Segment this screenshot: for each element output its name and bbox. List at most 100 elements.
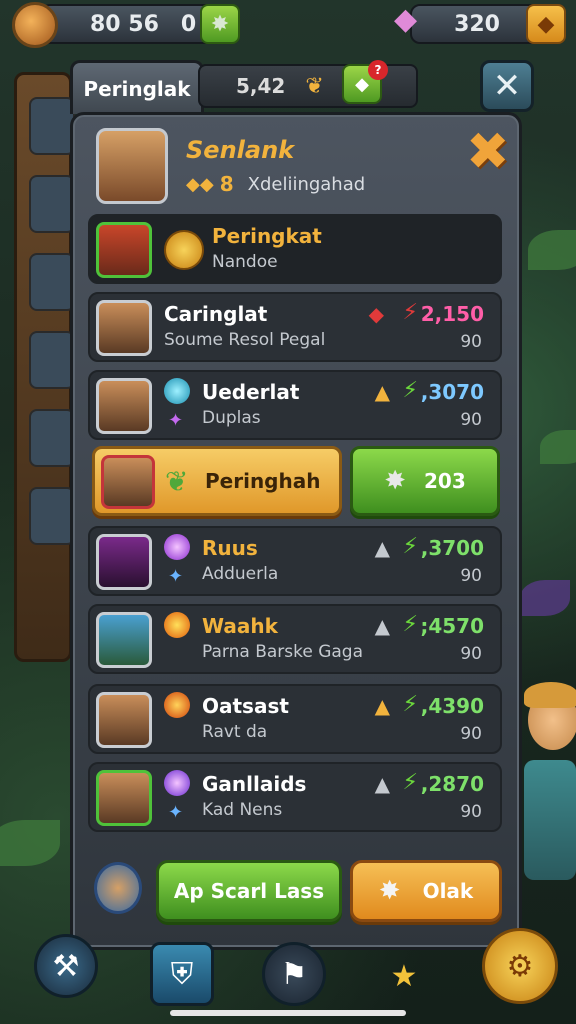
player-avatar [96,770,152,826]
player-avatar [101,455,155,509]
player-score: ;4570 [420,614,484,638]
highlight-value: 203 [424,469,466,493]
player-avatar [96,378,152,434]
home-indicator[interactable] [170,1010,406,1016]
primary-action-label: Ap Scarl Lass [173,879,325,903]
highlighted-name: Peringhah [205,469,321,493]
player-score: ,3700 [420,536,484,560]
header-subtitle: Xdeliingahad [247,173,366,195]
header-level: 8 [219,172,234,196]
lightning-icon: ⚡ [402,692,418,717]
gold-pile-icon: ▲ [374,380,390,404]
gold-value: 320 [454,11,500,37]
player-name: Ruus [202,536,258,560]
player-avatar[interactable] [12,2,58,48]
wrench-icon[interactable]: ⚒ [34,934,98,998]
leaf-decoration [540,430,576,464]
rank-title: Peringkat [212,224,322,248]
player-score: ,3070 [420,380,484,404]
tab-peringlak[interactable]: Peringlak [70,60,204,114]
leaf-decoration [528,230,576,270]
player-header: Senlank ◆◆ 8 Xdeliingahad ✖ [96,122,510,208]
player-avatar [96,692,152,748]
crystal-decoration [520,580,570,616]
zero-value: 0 [180,11,197,37]
side-slot[interactable] [29,175,75,233]
gold-shop-icon[interactable]: ⚙ [482,928,558,1004]
clover-icon: ❦ [165,465,189,498]
lightning-icon: ⚡ [402,612,418,637]
list-item[interactable]: ✦ Uederlat Duplas ▲ ⚡ ,3070 90 [88,370,502,440]
map-icon[interactable]: ⚑ [262,942,326,1006]
tab-counter-bar: 5,42 ❦ ◆ ? [198,60,418,108]
secondary-action-label: Olak [422,879,474,903]
star-badge-icon: ✸ [384,466,407,496]
player-subtitle: Ravt da [202,722,268,742]
player-subtitle: Parna Barske Gaga [202,642,364,662]
player-subtitle: Duplas [202,408,261,428]
side-slot[interactable] [29,253,75,311]
lightning-icon: ⚡ [402,534,418,559]
close-button[interactable]: ✕ [480,60,534,112]
highlighted-player-row[interactable]: ❦ Peringhah [92,446,342,516]
star-icon: ✦ [168,566,184,587]
shield-icon[interactable]: ⛨ [150,942,214,1006]
rank-subtitle: Nandoe [212,252,278,272]
tab-label: Peringlak [83,76,191,101]
side-slot[interactable] [29,331,75,389]
player-name: Ganllaids [202,772,307,796]
top-bar: 80 56 0 ✸ 320 ◆ ◆ [0,0,576,52]
gold-add-button[interactable]: ◆ [526,4,566,44]
star-icon: ✸ [210,11,230,37]
gold-coin-icon [164,230,204,270]
cross-icon[interactable]: ✖ [466,122,510,182]
primary-action-button[interactable]: Ap Scarl Lass [156,860,342,922]
list-item[interactable]: ✦ Ganllaids Kad Nens ▲ ⚡ ,2870 90 [88,762,502,832]
secondary-action-button[interactable]: ✸ Olak [350,860,502,922]
player-name: Waahk [202,614,278,638]
player-points: 90 [460,410,482,430]
lightning-icon: ⚡ [402,300,418,325]
player-avatar [96,612,152,668]
panel-footer: Ap Scarl Lass ✸ Olak [86,856,506,928]
fire-orb-icon [164,612,190,638]
lightning-icon: ⚡ [402,770,418,795]
list-item[interactable]: Oatsast Ravt da ▲ ⚡ ,4390 90 [88,684,502,754]
player-points: 90 [460,724,482,744]
gift-icon: ◆ [394,2,418,37]
side-slot[interactable] [29,409,75,467]
player-points: 90 [460,332,482,352]
resource-value: 80 56 [90,11,159,37]
player-name: Uederlat [202,380,300,404]
footer-avatar[interactable] [94,862,142,914]
player-avatar [96,300,152,356]
list-item[interactable]: Caringlat Soume Resol Pegal ◆ ⚡ 2,150 90 [88,292,502,362]
list-item[interactable]: Waahk Parna Barske Gaga ▲ ⚡ ;4570 90 [88,604,502,674]
star-nav-icon[interactable]: ★ [372,944,436,1008]
amber-orb-icon [164,692,190,718]
ruby-icon: ◆ [368,302,384,326]
gem-stack-icon: ◆◆ [186,173,214,195]
player-name: Oatsast [202,694,289,718]
rank-row[interactable]: Peringkat Nandoe [88,214,502,284]
silver-pile-icon: ▲ [374,536,390,560]
silver-pile-icon: ▲ [374,772,390,796]
player-points: 90 [460,644,482,664]
side-slot[interactable] [29,487,75,545]
violet-orb-icon [164,770,190,796]
character-illustration [522,682,576,890]
gem-button[interactable]: ✸ [200,4,240,44]
list-item[interactable]: ✦ Ruus Adduerla ▲ ⚡ ,3700 90 [88,526,502,596]
player-points: 90 [460,566,482,586]
star-icon: ✦ [168,802,184,823]
player-subtitle: Adduerla [202,564,279,584]
side-slot[interactable] [29,97,75,155]
player-subtitle: Kad Nens [202,800,283,820]
lightning-icon: ⚡ [402,378,418,403]
cyan-orb-icon [164,378,190,404]
highlight-value-button[interactable]: ✸ 203 [350,446,500,516]
rank-avatar [96,222,152,278]
side-panel [14,72,75,662]
star-icon: ✦ [168,410,184,431]
silver-pile-icon: ▲ [374,614,390,638]
